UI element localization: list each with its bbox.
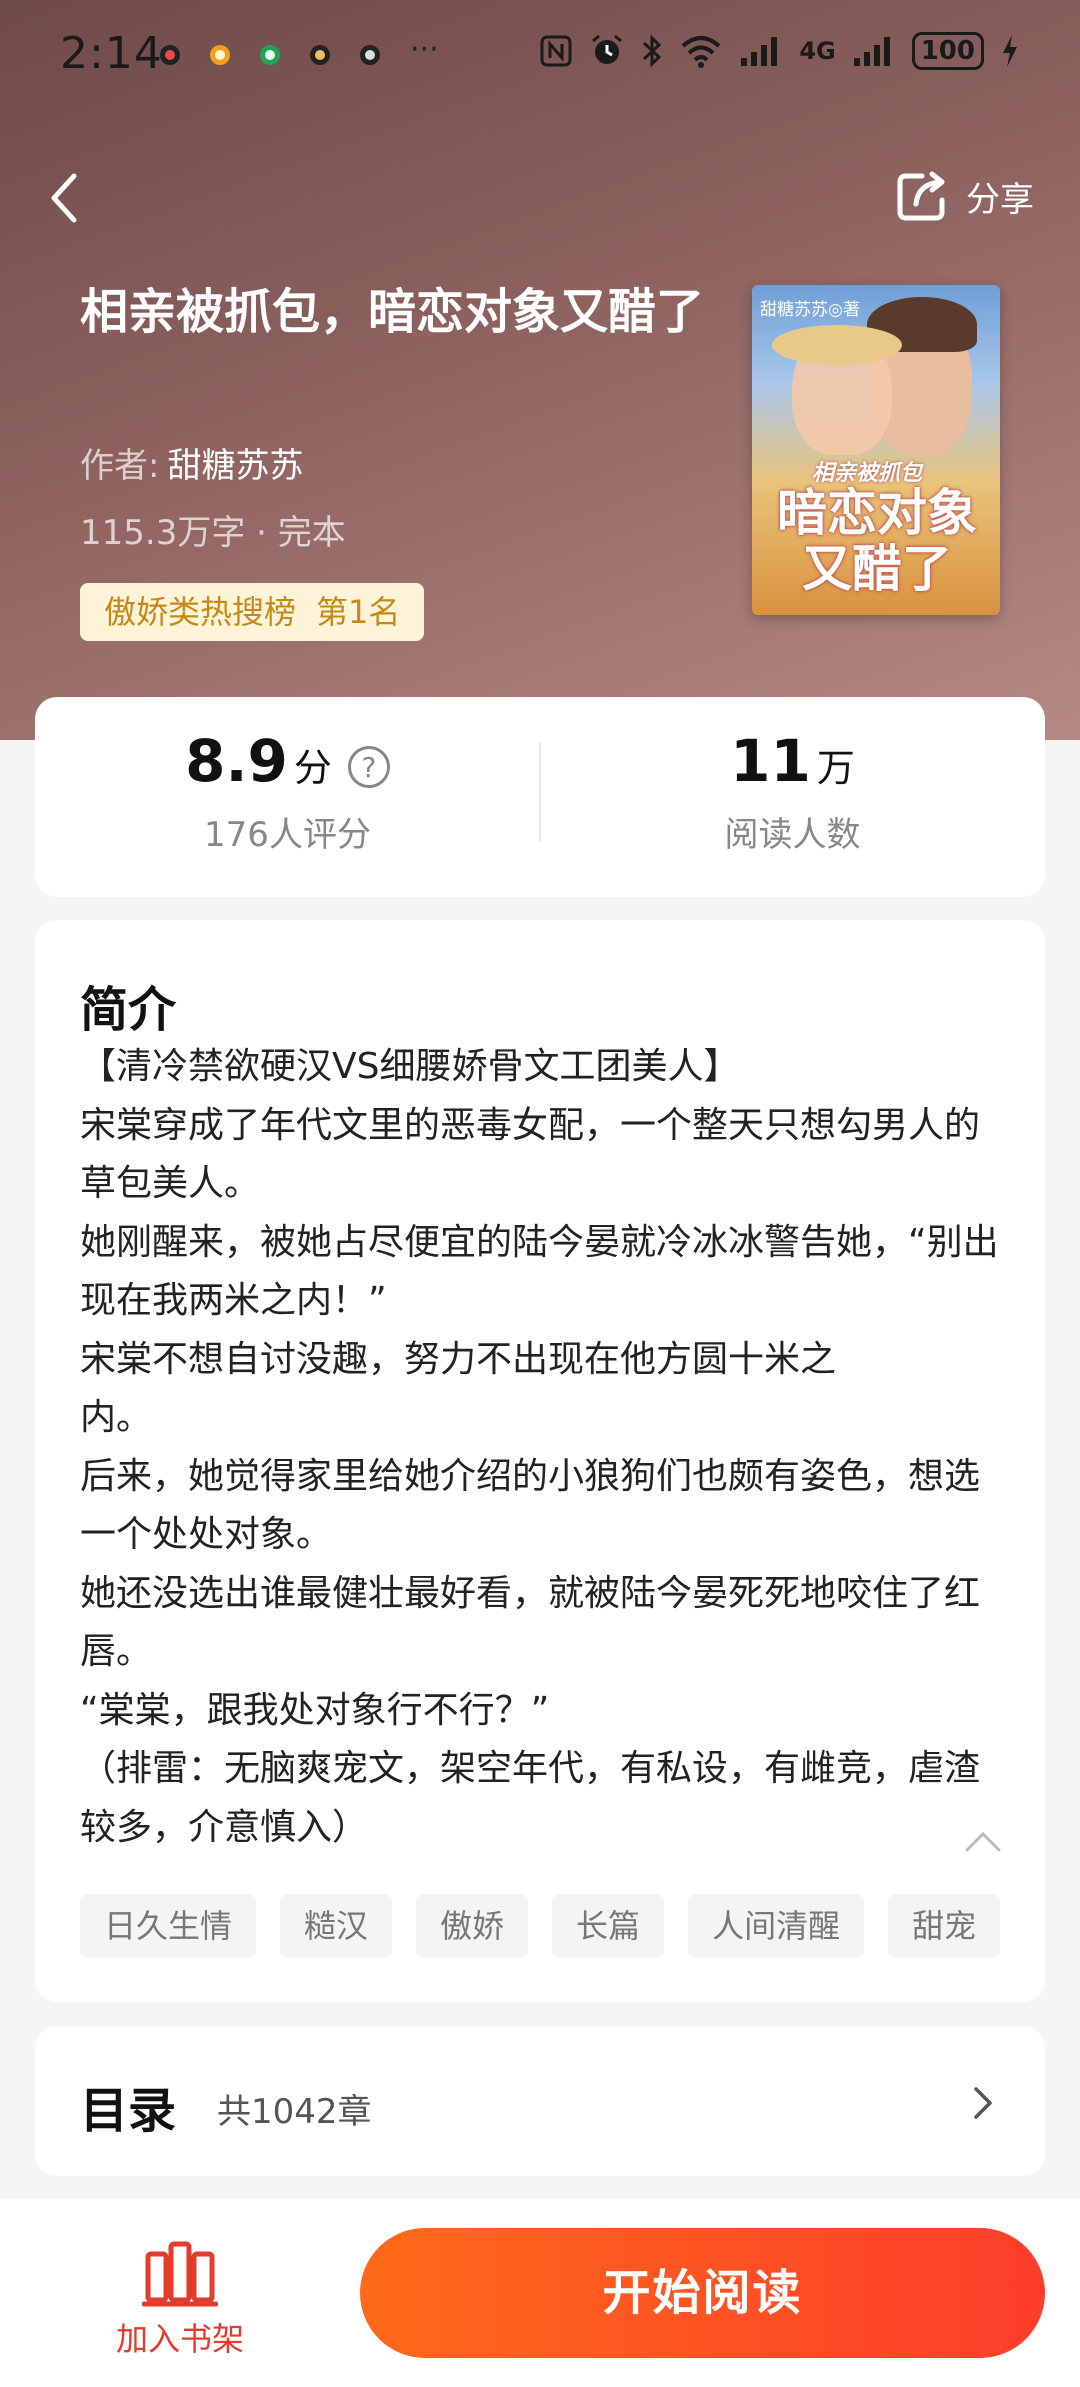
stats-card: 8.9 分 ? 176人评分 11 万 阅读人数 bbox=[35, 697, 1045, 897]
readers-label: 阅读人数 bbox=[724, 815, 861, 855]
help-icon[interactable]: ? bbox=[347, 746, 390, 788]
network-type: 4G bbox=[799, 37, 836, 65]
cover-author: 甜糖苏苏◎著 bbox=[760, 300, 860, 320]
share-button[interactable]: 分享 bbox=[892, 166, 1034, 226]
readers-value: 11 bbox=[730, 727, 811, 795]
tag[interactable]: 人间清醒 bbox=[688, 1894, 865, 1958]
share-label: 分享 bbox=[966, 179, 1034, 220]
nfc-icon bbox=[540, 35, 572, 67]
charging-icon bbox=[1003, 35, 1017, 67]
intro-paragraph: 她还没选出谁最健壮最好看，就被陆今晏死死地咬住了红唇。 bbox=[80, 1572, 981, 1673]
bottom-action-bar: 加入书架 开始阅读 bbox=[0, 2197, 1080, 2387]
rank-badge[interactable]: 傲娇类热搜榜 第1名 bbox=[80, 583, 425, 641]
add-to-shelf-label: 加入书架 bbox=[115, 2320, 244, 2358]
bluetooth-icon bbox=[643, 34, 662, 68]
notification-icons: ··· bbox=[160, 32, 439, 67]
author-line[interactable]: 作者: 甜糖苏苏 bbox=[80, 438, 303, 487]
intro-paragraph: 【清冷禁欲硬汉VS细腰娇骨文工团美人】 bbox=[80, 1046, 740, 1087]
chevron-right-icon bbox=[974, 2087, 992, 2119]
tag[interactable]: 日久生情 bbox=[80, 1894, 257, 1958]
intro-paragraph: “棠棠，跟我处对象行不行？” bbox=[80, 1689, 550, 1731]
intro-title: 简介 bbox=[80, 982, 177, 1038]
start-reading-button[interactable]: 开始阅读 bbox=[360, 2228, 1045, 2358]
intro-paragraph: 宋棠不想自讨没趣，努力不出现在他方圆十米之 内。 bbox=[80, 1338, 837, 1439]
table-of-contents-row[interactable]: 目录 共1042章 bbox=[35, 2026, 1045, 2176]
readers-stat: 11 万 阅读人数 bbox=[540, 697, 1045, 897]
app-notification-icon bbox=[360, 44, 380, 65]
rank-position: 第1名 bbox=[316, 593, 401, 631]
signal-icon bbox=[741, 37, 778, 66]
tag[interactable]: 长篇 bbox=[552, 1894, 665, 1958]
author-prefix: 作者: bbox=[80, 446, 160, 486]
intro-paragraph: 宋棠穿成了年代文里的恶毒女配，一个整天只想勾男人的草包美人。 bbox=[80, 1104, 981, 1205]
add-to-shelf-button[interactable]: 加入书架 bbox=[100, 2240, 260, 2360]
system-icons: 4G 100 bbox=[539, 32, 1020, 70]
bookshelf-icon bbox=[142, 2241, 218, 2307]
back-button[interactable] bbox=[40, 168, 90, 228]
rating-label: 176人评分 bbox=[204, 815, 371, 855]
alarm-icon bbox=[592, 34, 623, 64]
rating-unit: 分 bbox=[293, 746, 332, 790]
intro-card: 简介 【清冷禁欲硬汉VS细腰娇骨文工团美人】 宋棠穿成了年代文里的恶毒女配，一个… bbox=[35, 920, 1045, 2002]
tag[interactable]: 糙汉 bbox=[280, 1894, 393, 1958]
app-notification-icon bbox=[260, 44, 280, 65]
share-icon bbox=[897, 171, 945, 221]
rating-value: 8.9 bbox=[185, 727, 288, 795]
intro-paragraph: 她刚醒来，被她占尽便宜的陆今晏就冷冰冰警告她，“别出现在我两米之内！” bbox=[80, 1221, 999, 1322]
cover-illustration bbox=[772, 325, 902, 365]
tag[interactable]: 甜宠 bbox=[888, 1894, 1000, 1958]
app-notification-icon bbox=[310, 44, 330, 65]
cover-title: 暗恋对象又醋了 bbox=[777, 483, 977, 598]
rank-category: 傲娇类热搜榜 bbox=[104, 593, 297, 631]
readers-unit: 万 bbox=[816, 746, 855, 790]
chapter-count: 共1042章 bbox=[217, 2092, 372, 2132]
collapse-chevron-up-icon[interactable] bbox=[963, 1826, 1003, 1856]
tag[interactable]: 傲娇 bbox=[416, 1894, 529, 1958]
more-notifications-icon: ··· bbox=[410, 32, 439, 67]
intro-paragraph: 后来，她觉得家里给她介绍的小狼狗们也颇有姿色，想选一个处处对象。 bbox=[80, 1455, 981, 1556]
app-notification-icon bbox=[210, 44, 230, 65]
battery-indicator: 100 bbox=[911, 32, 984, 70]
tag-list: 日久生情 糙汉 傲娇 长篇 人间清醒 甜宠 bbox=[80, 1894, 1000, 1958]
wifi-icon bbox=[681, 36, 721, 68]
signal-icon bbox=[853, 37, 890, 66]
toc-title: 目录 bbox=[80, 2083, 177, 2139]
book-cover[interactable]: 甜糖苏苏◎著 相亲被抓包 暗恋对象又醋了 bbox=[752, 285, 1000, 615]
rating-stat[interactable]: 8.9 分 ? 176人评分 bbox=[35, 697, 540, 897]
intro-text[interactable]: 【清冷禁欲硬汉VS细腰娇骨文工团美人】 宋棠穿成了年代文里的恶毒女配，一个整天只… bbox=[80, 1038, 1010, 1857]
status-time: 2:14 bbox=[60, 28, 163, 79]
intro-paragraph: （排雷：无脑爽宠文，架空年代，有私设，有雌竞，虐渣较多，介意慎入） bbox=[80, 1748, 981, 1848]
book-title: 相亲被抓包，暗恋对象又醋了 bbox=[80, 284, 705, 340]
book-meta: 115.3万字 · 完本 bbox=[80, 513, 346, 553]
app-notification-icon bbox=[160, 44, 180, 65]
status-bar: 2:14 ··· 4G 100 bbox=[0, 22, 1080, 88]
author-name[interactable]: 甜糖苏苏 bbox=[167, 446, 303, 486]
